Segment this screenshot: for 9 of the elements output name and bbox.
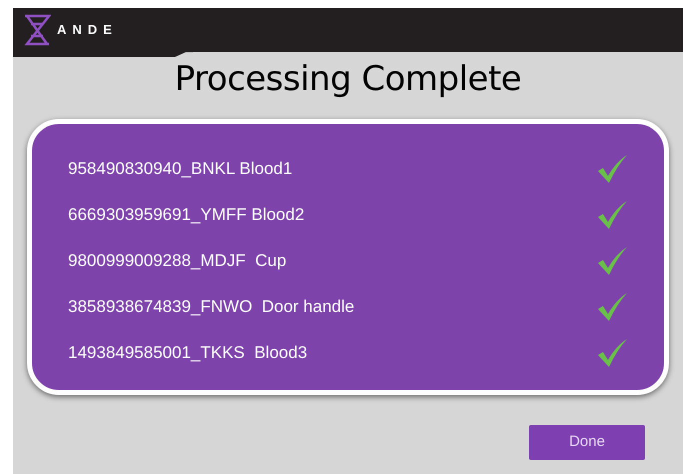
page-title: Processing Complete [174, 59, 522, 99]
sample-label: 3858938674839_FNWO Door handle [68, 296, 354, 318]
done-button[interactable]: Done [529, 425, 645, 460]
sample-label: 9800999009288_MDJF Cup [68, 250, 286, 272]
sample-label: 6669303959691_YMFF Blood2 [68, 204, 304, 226]
logo-icon [23, 14, 51, 46]
sample-label: 958490830940_BNKL Blood1 [68, 158, 292, 180]
logo-text: ANDE [57, 21, 118, 40]
sample-label: 1493849585001_TKKS Blood3 [68, 342, 308, 364]
